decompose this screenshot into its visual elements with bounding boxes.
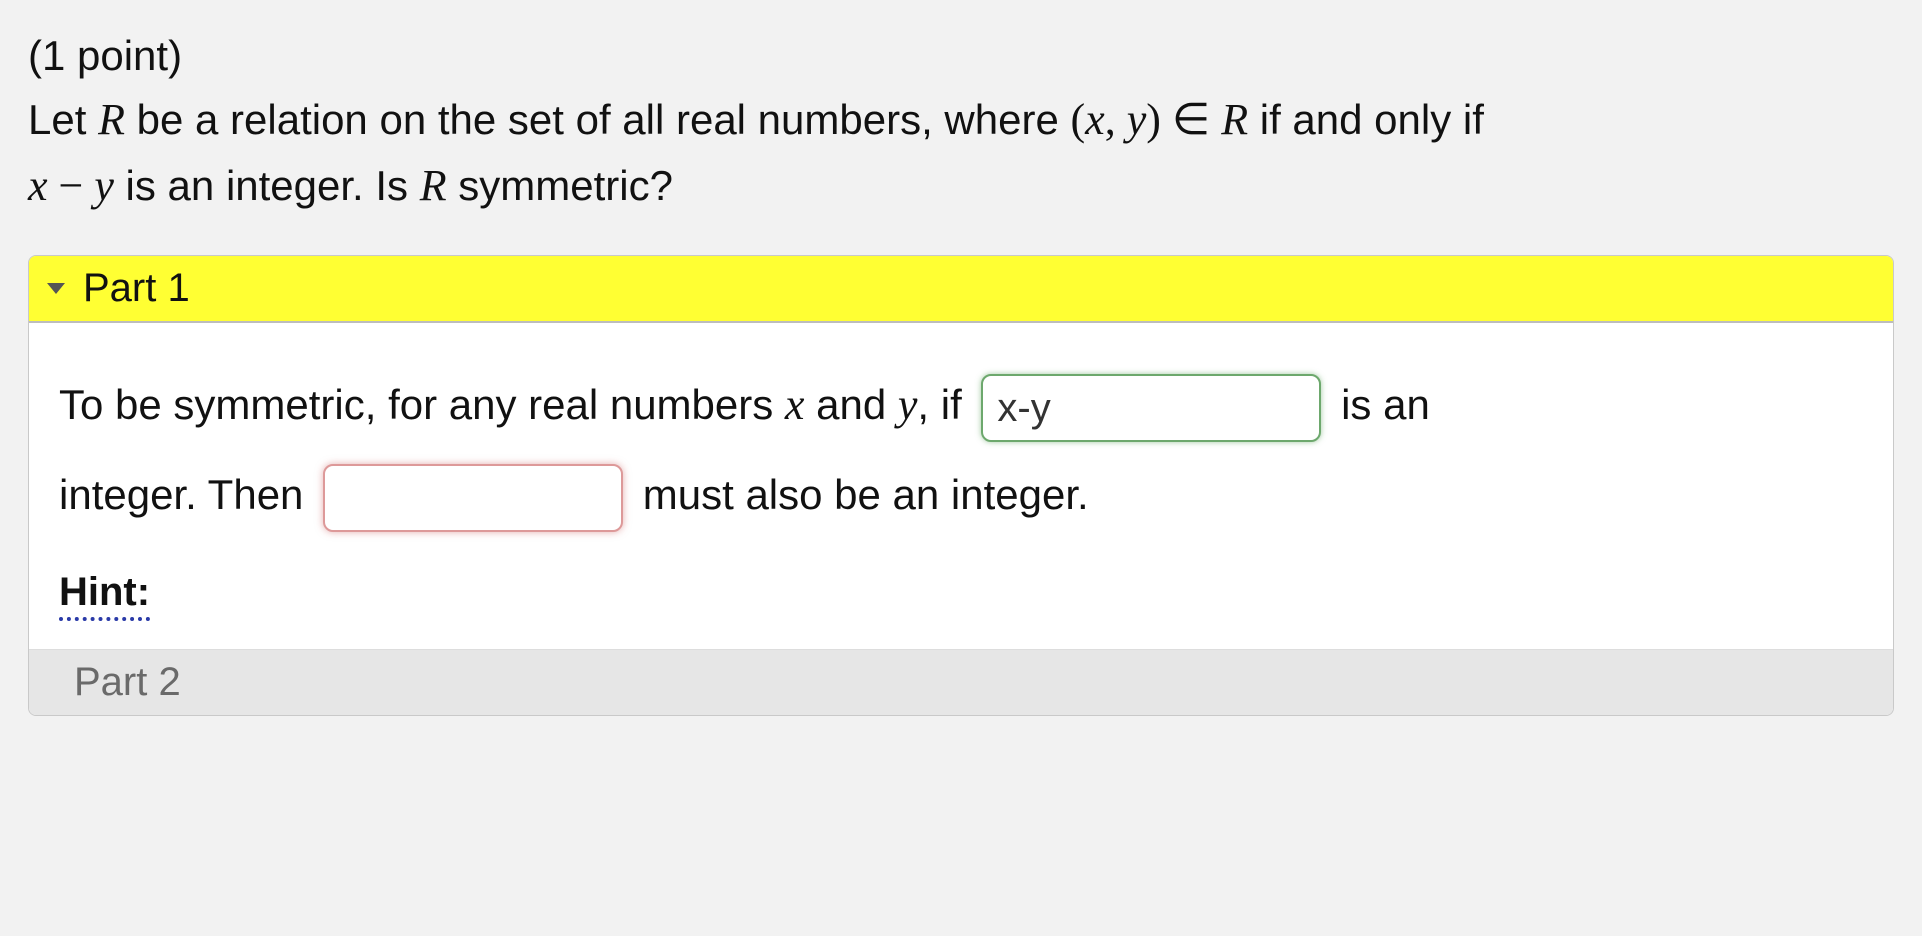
math-y: y	[1127, 95, 1147, 144]
problem-prompt: (1 point) Let R be a relation on the set…	[28, 24, 1894, 219]
t5: must also be an integer.	[631, 471, 1089, 518]
prompt-text-1b: be a relation on the set of all real num…	[125, 96, 1071, 143]
part2-header[interactable]: Part 2	[29, 650, 1893, 715]
math-paren-close: )	[1146, 95, 1161, 144]
math-x-3: x	[785, 380, 805, 429]
answer-input-1[interactable]	[981, 374, 1321, 442]
math-elem: ∈	[1161, 95, 1221, 144]
caret-down-icon	[47, 283, 65, 294]
and: and	[804, 381, 897, 428]
math-paren-open: (	[1071, 95, 1086, 144]
part1-text: To be symmetric, for any real numbers x …	[59, 359, 1863, 540]
math-y-3: y	[898, 380, 918, 429]
math-y-2: y	[94, 161, 114, 210]
math-R: R	[98, 95, 125, 144]
t3: is an	[1329, 381, 1429, 428]
part1-body: To be symmetric, for any real numbers x …	[29, 323, 1893, 650]
t1: To be symmetric, for any real numbers	[59, 381, 785, 428]
prompt-text-1a: Let	[28, 96, 98, 143]
t4: integer. Then	[59, 471, 315, 518]
prompt-text-1c: if and only if	[1248, 96, 1484, 143]
math-minus: −	[48, 161, 95, 210]
t2: , if	[917, 381, 973, 428]
prompt-text-2a: is an integer. Is	[114, 162, 420, 209]
prompt-text-2b: symmetric?	[447, 162, 673, 209]
hint-link[interactable]: Hint:	[59, 570, 150, 621]
math-x: x	[1085, 95, 1105, 144]
problem-page: (1 point) Let R be a relation on the set…	[0, 0, 1922, 716]
math-x-2: x	[28, 161, 48, 210]
parts-accordion: Part 1 To be symmetric, for any real num…	[28, 255, 1894, 716]
answer-input-2[interactable]	[323, 464, 623, 532]
part1-title: Part 1	[83, 266, 190, 311]
math-R-3: R	[420, 161, 447, 210]
part2-title: Part 2	[74, 660, 181, 705]
part1-header[interactable]: Part 1	[29, 256, 1893, 323]
math-R-2: R	[1221, 95, 1248, 144]
points-label: (1 point)	[28, 32, 182, 79]
math-comma: ,	[1105, 95, 1127, 144]
